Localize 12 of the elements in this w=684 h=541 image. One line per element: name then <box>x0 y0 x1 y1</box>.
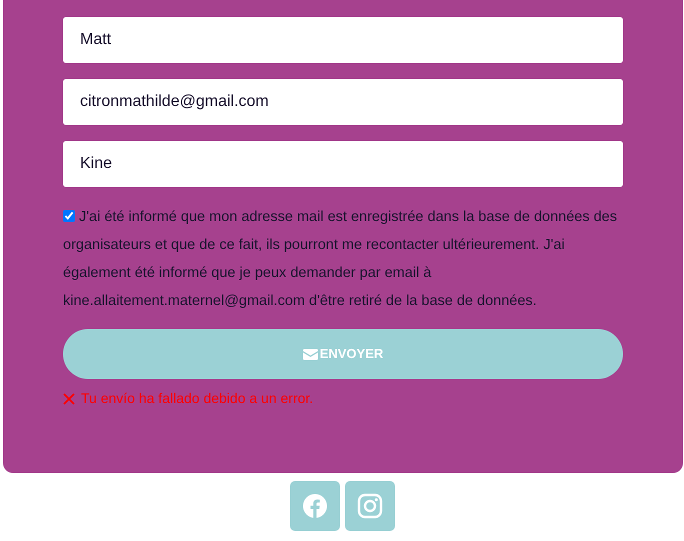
facebook-icon <box>302 493 328 519</box>
consent-text: J'ai été informé que mon adresse mail est enregistrée dans la base de données des organisateurs et que de ce fait, ils pourront me recontacter ultérieurement. J'ai également été informé que je peux demander par email à kine.allaitement.maternel@gmail.com d'être retiré de la base de données. <box>63 208 618 311</box>
error-message: Tu envío ha fallado debido a un error. <box>81 389 314 408</box>
instagram-icon <box>356 493 382 519</box>
instagram-link[interactable] <box>344 481 394 531</box>
close-icon <box>63 392 75 404</box>
consent-checkbox[interactable] <box>63 210 75 222</box>
input-field[interactable]: citronmathilde@gmail.com <box>63 79 623 125</box>
envelope-icon <box>302 348 318 360</box>
facebook-link[interactable] <box>290 481 340 531</box>
input-field[interactable]: Matt <box>63 17 623 63</box>
input-field[interactable]: Kine <box>63 141 623 187</box>
